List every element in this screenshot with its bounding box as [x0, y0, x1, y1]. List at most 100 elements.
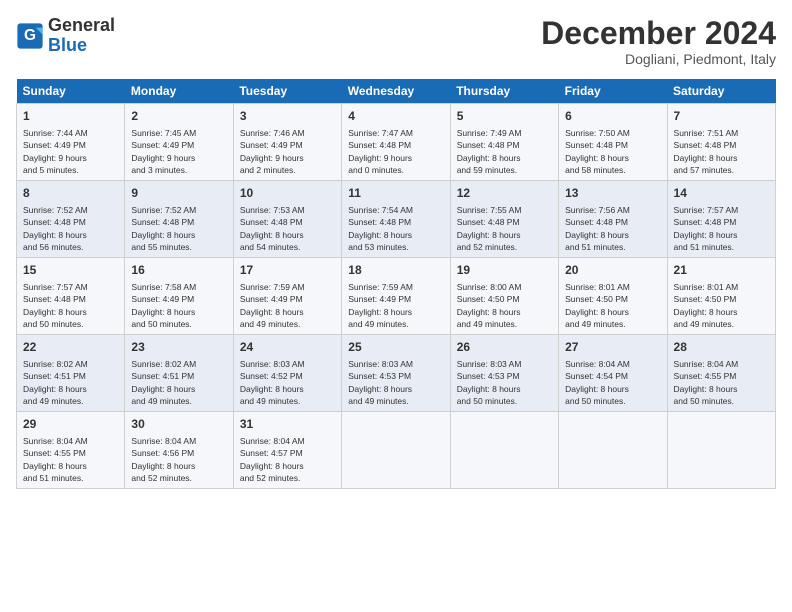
day-number: 15: [23, 262, 118, 279]
day-info: Sunrise: 7:49 AM Sunset: 4:48 PM Dayligh…: [457, 127, 552, 176]
calendar-cell: 18 Sunrise: 7:59 AM Sunset: 4:49 PM Dayli…: [342, 258, 450, 335]
calendar-cell: 5 Sunrise: 7:49 AM Sunset: 4:48 PM Daylig…: [450, 104, 558, 181]
week-row-1: 8Sunrise: 7:52 AM Sunset: 4:48 PM Daylig…: [17, 181, 776, 258]
day-info: Sunrise: 8:04 AM Sunset: 4:57 PM Dayligh…: [240, 435, 335, 484]
calendar-cell: 26Sunrise: 8:03 AM Sunset: 4:53 PM Dayli…: [450, 335, 558, 412]
calendar-cell: [450, 412, 558, 489]
calendar-cell: 13 Sunrise: 7:56 AM Sunset: 4:48 PM Dayli…: [559, 181, 667, 258]
calendar-header: Sunday Monday Tuesday Wednesday Thursday…: [17, 79, 776, 104]
day-info: Sunrise: 7:57 AM Sunset: 4:48 PM Dayligh…: [674, 204, 769, 253]
day-info: Sunrise: 7:58 AM Sunset: 4:49 PM Dayligh…: [131, 281, 226, 330]
calendar-body: 1 Sunrise: 7:44 AM Sunset: 4:49 PM Daylig…: [17, 104, 776, 489]
svg-text:G: G: [24, 27, 36, 44]
calendar-cell: 8Sunrise: 7:52 AM Sunset: 4:48 PM Daylig…: [17, 181, 125, 258]
logo-line2: Blue: [48, 35, 87, 55]
day-number: 5: [457, 108, 552, 125]
calendar-cell: 11Sunrise: 7:54 AM Sunset: 4:48 PM Dayli…: [342, 181, 450, 258]
calendar-cell: 7 Sunrise: 7:51 AM Sunset: 4:48 PM Daylig…: [667, 104, 775, 181]
week-row-4: 29Sunrise: 8:04 AM Sunset: 4:55 PM Dayli…: [17, 412, 776, 489]
day-info: Sunrise: 7:59 AM Sunset: 4:49 PM Dayligh…: [348, 281, 443, 330]
day-number: 20: [565, 262, 660, 279]
day-number: 21: [674, 262, 769, 279]
calendar-cell: 19 Sunrise: 8:00 AM Sunset: 4:50 PM Dayli…: [450, 258, 558, 335]
header-sunday: Sunday: [17, 79, 125, 104]
calendar-cell: 21 Sunrise: 8:01 AM Sunset: 4:50 PM Dayli…: [667, 258, 775, 335]
header: G General Blue December 2024 Dogliani, P…: [16, 16, 776, 67]
logo-text: General Blue: [48, 16, 115, 56]
location: Dogliani, Piedmont, Italy: [541, 51, 776, 67]
header-wednesday: Wednesday: [342, 79, 450, 104]
calendar-cell: 4Sunrise: 7:47 AM Sunset: 4:48 PM Daylig…: [342, 104, 450, 181]
day-number: 7: [674, 108, 769, 125]
calendar-cell: [342, 412, 450, 489]
day-number: 4: [348, 108, 443, 125]
calendar-cell: 23Sunrise: 8:02 AM Sunset: 4:51 PM Dayli…: [125, 335, 233, 412]
day-info: Sunrise: 8:00 AM Sunset: 4:50 PM Dayligh…: [457, 281, 552, 330]
header-row: Sunday Monday Tuesday Wednesday Thursday…: [17, 79, 776, 104]
day-info: Sunrise: 8:02 AM Sunset: 4:51 PM Dayligh…: [23, 358, 118, 407]
day-number: 23: [131, 339, 226, 356]
calendar-cell: 9 Sunrise: 7:52 AM Sunset: 4:48 PM Daylig…: [125, 181, 233, 258]
day-info: Sunrise: 7:52 AM Sunset: 4:48 PM Dayligh…: [23, 204, 118, 253]
day-info: Sunrise: 7:59 AM Sunset: 4:49 PM Dayligh…: [240, 281, 335, 330]
logo: G General Blue: [16, 16, 115, 56]
logo-icon: G: [16, 22, 44, 50]
calendar-cell: [667, 412, 775, 489]
day-info: Sunrise: 7:57 AM Sunset: 4:48 PM Dayligh…: [23, 281, 118, 330]
calendar-cell: 15 Sunrise: 7:57 AM Sunset: 4:48 PM Dayli…: [17, 258, 125, 335]
calendar-cell: 28Sunrise: 8:04 AM Sunset: 4:55 PM Dayli…: [667, 335, 775, 412]
day-number: 27: [565, 339, 660, 356]
month-title: December 2024: [541, 16, 776, 51]
day-info: Sunrise: 7:44 AM Sunset: 4:49 PM Dayligh…: [23, 127, 118, 176]
week-row-0: 1 Sunrise: 7:44 AM Sunset: 4:49 PM Daylig…: [17, 104, 776, 181]
day-info: Sunrise: 8:01 AM Sunset: 4:50 PM Dayligh…: [674, 281, 769, 330]
header-monday: Monday: [125, 79, 233, 104]
day-number: 19: [457, 262, 552, 279]
day-number: 1: [23, 108, 118, 125]
day-number: 9: [131, 185, 226, 202]
day-number: 26: [457, 339, 552, 356]
page: G General Blue December 2024 Dogliani, P…: [0, 0, 792, 612]
calendar-cell: 3 Sunrise: 7:46 AM Sunset: 4:49 PM Daylig…: [233, 104, 341, 181]
day-number: 28: [674, 339, 769, 356]
day-info: Sunrise: 8:03 AM Sunset: 4:53 PM Dayligh…: [348, 358, 443, 407]
calendar-cell: 12Sunrise: 7:55 AM Sunset: 4:48 PM Dayli…: [450, 181, 558, 258]
calendar-cell: 30Sunrise: 8:04 AM Sunset: 4:56 PM Dayli…: [125, 412, 233, 489]
calendar-cell: 16 Sunrise: 7:58 AM Sunset: 4:49 PM Dayli…: [125, 258, 233, 335]
day-number: 24: [240, 339, 335, 356]
day-info: Sunrise: 7:53 AM Sunset: 4:48 PM Dayligh…: [240, 204, 335, 253]
header-saturday: Saturday: [667, 79, 775, 104]
day-info: Sunrise: 8:03 AM Sunset: 4:52 PM Dayligh…: [240, 358, 335, 407]
day-number: 22: [23, 339, 118, 356]
day-number: 14: [674, 185, 769, 202]
title-block: December 2024 Dogliani, Piedmont, Italy: [541, 16, 776, 67]
calendar-cell: 2Sunrise: 7:45 AM Sunset: 4:49 PM Daylig…: [125, 104, 233, 181]
day-number: 16: [131, 262, 226, 279]
calendar-cell: 22 Sunrise: 8:02 AM Sunset: 4:51 PM Dayli…: [17, 335, 125, 412]
week-row-3: 22 Sunrise: 8:02 AM Sunset: 4:51 PM Dayli…: [17, 335, 776, 412]
day-info: Sunrise: 7:51 AM Sunset: 4:48 PM Dayligh…: [674, 127, 769, 176]
day-number: 13: [565, 185, 660, 202]
calendar-cell: 10 Sunrise: 7:53 AM Sunset: 4:48 PM Dayli…: [233, 181, 341, 258]
calendar-cell: 6 Sunrise: 7:50 AM Sunset: 4:48 PM Daylig…: [559, 104, 667, 181]
day-number: 29: [23, 416, 118, 433]
day-number: 25: [348, 339, 443, 356]
day-info: Sunrise: 7:50 AM Sunset: 4:48 PM Dayligh…: [565, 127, 660, 176]
day-info: Sunrise: 7:52 AM Sunset: 4:48 PM Dayligh…: [131, 204, 226, 253]
day-number: 3: [240, 108, 335, 125]
calendar-cell: 31Sunrise: 8:04 AM Sunset: 4:57 PM Dayli…: [233, 412, 341, 489]
header-thursday: Thursday: [450, 79, 558, 104]
header-tuesday: Tuesday: [233, 79, 341, 104]
day-number: 10: [240, 185, 335, 202]
day-info: Sunrise: 7:56 AM Sunset: 4:48 PM Dayligh…: [565, 204, 660, 253]
day-info: Sunrise: 7:46 AM Sunset: 4:49 PM Dayligh…: [240, 127, 335, 176]
day-number: 18: [348, 262, 443, 279]
day-info: Sunrise: 7:54 AM Sunset: 4:48 PM Dayligh…: [348, 204, 443, 253]
calendar-cell: 25 Sunrise: 8:03 AM Sunset: 4:53 PM Dayli…: [342, 335, 450, 412]
day-info: Sunrise: 8:04 AM Sunset: 4:54 PM Dayligh…: [565, 358, 660, 407]
day-info: Sunrise: 7:55 AM Sunset: 4:48 PM Dayligh…: [457, 204, 552, 253]
week-row-2: 15 Sunrise: 7:57 AM Sunset: 4:48 PM Dayli…: [17, 258, 776, 335]
day-number: 2: [131, 108, 226, 125]
day-number: 6: [565, 108, 660, 125]
day-info: Sunrise: 8:01 AM Sunset: 4:50 PM Dayligh…: [565, 281, 660, 330]
